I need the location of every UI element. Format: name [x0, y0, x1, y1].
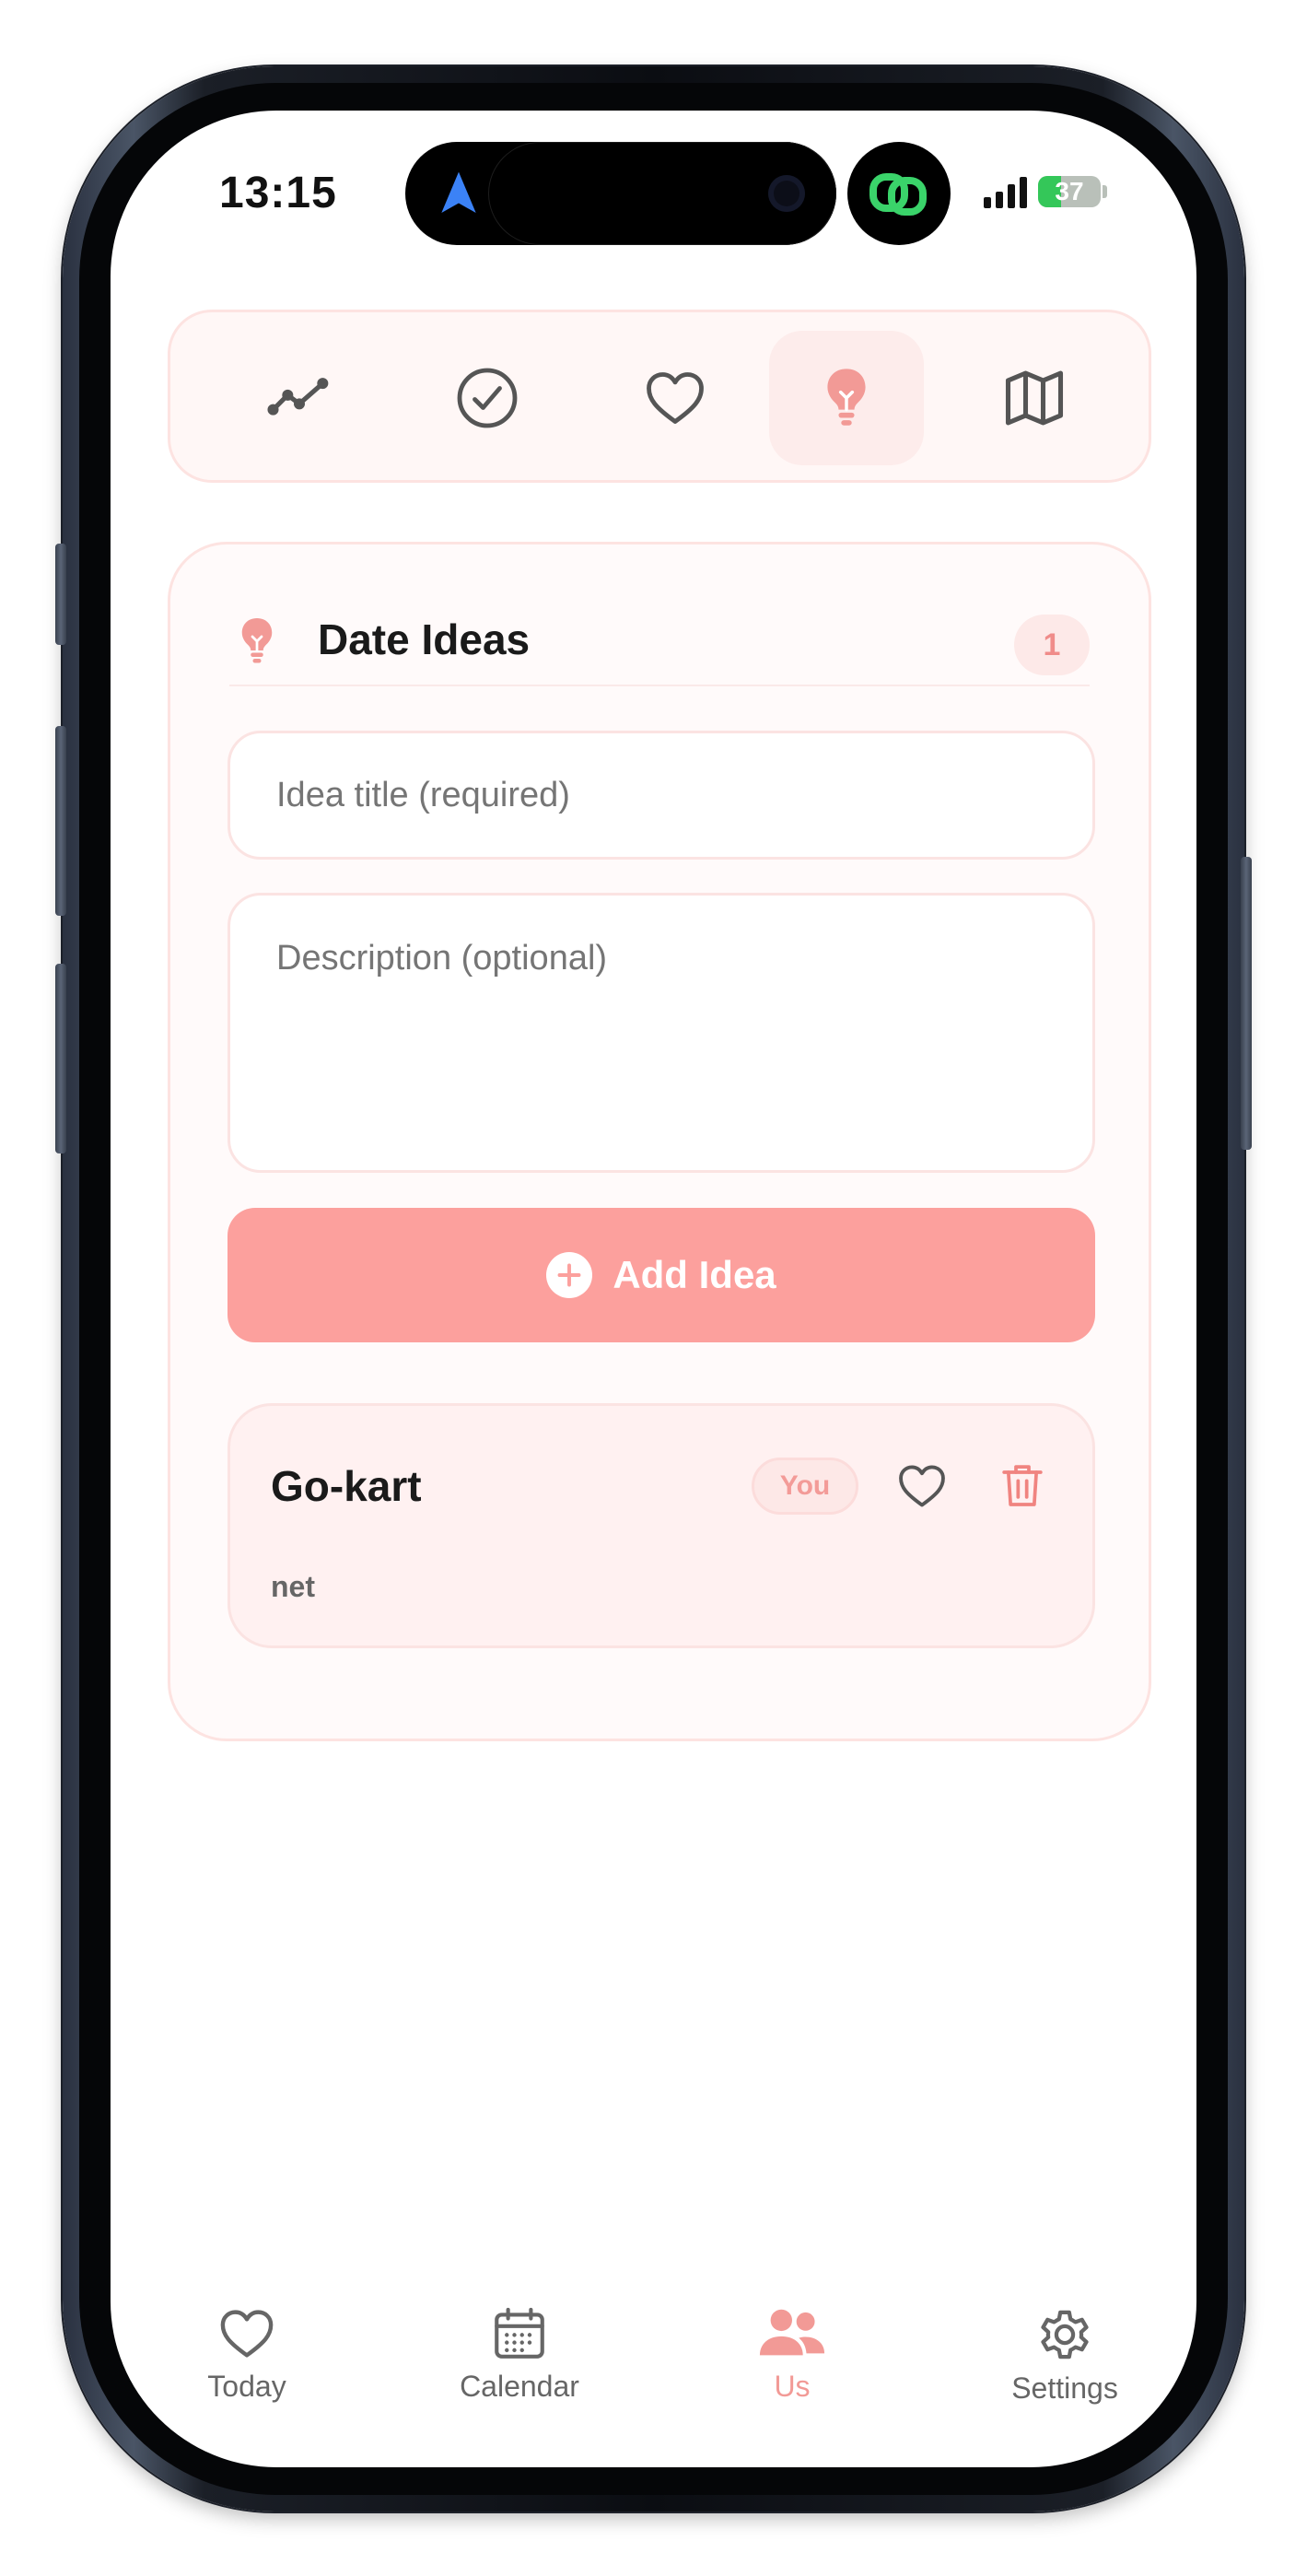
- tab-date-ideas[interactable]: [769, 331, 924, 465]
- volume-down-button: [55, 964, 66, 1153]
- section-switcher: [168, 310, 1151, 483]
- author-badge: You: [752, 1458, 858, 1515]
- tab-settings[interactable]: Settings: [963, 2303, 1166, 2406]
- tab-calendar[interactable]: Calendar: [418, 2303, 621, 2404]
- plus-circle-icon: [546, 1252, 593, 1298]
- idea-title: Go-kart: [271, 1462, 422, 1510]
- navigation-arrow-icon: [441, 171, 476, 213]
- idea-title-input[interactable]: [228, 731, 1095, 860]
- linked-rings-icon: [869, 173, 927, 216]
- favorite-idea-button[interactable]: [895, 1459, 949, 1517]
- tab-us[interactable]: Us: [691, 2303, 893, 2404]
- idea-description: net: [271, 1570, 315, 1603]
- card-title: Date Ideas: [318, 615, 531, 663]
- volume-up-button: [55, 726, 66, 916]
- header-divider: [229, 685, 1090, 686]
- front-camera: [768, 175, 805, 212]
- power-button: [1241, 857, 1252, 1150]
- cellular-signal-icon: [984, 175, 1027, 208]
- app-activity-indicator: [847, 142, 951, 245]
- status-indicators: 37: [984, 175, 1107, 208]
- heart-icon: [899, 1465, 945, 1507]
- tab-us-label: Us: [774, 2370, 811, 2403]
- lightbulb-icon: [827, 369, 866, 426]
- battery-cap: [1103, 185, 1107, 198]
- battery-icon: 37: [1038, 176, 1101, 207]
- tab-settings-label: Settings: [1011, 2371, 1118, 2405]
- tab-map[interactable]: [957, 331, 1112, 465]
- bottom-tab-bar: Today Calendar Us Settings: [111, 2303, 1196, 2432]
- map-icon: [1005, 370, 1064, 426]
- screen: 13:15 37 Date Ideas 1 Idea title (requir…: [111, 111, 1196, 2467]
- add-idea-button[interactable]: Add Idea: [228, 1208, 1095, 1342]
- ideas-count-badge: 1: [1014, 615, 1090, 675]
- date-ideas-card: Date Ideas 1 Add Idea Go-kart You: [168, 542, 1151, 1741]
- trend-line-icon: [267, 378, 329, 416]
- card-header: Date Ideas 1: [229, 602, 1090, 685]
- add-idea-label: Add Idea: [613, 1253, 776, 1296]
- battery-level: 37: [1055, 177, 1084, 205]
- idea-description-input[interactable]: [228, 893, 1095, 1173]
- island-camera-area: [488, 142, 836, 245]
- action-button: [55, 544, 66, 645]
- people-icon: [759, 2309, 825, 2356]
- tab-today-label: Today: [207, 2370, 286, 2403]
- heart-icon: [647, 372, 704, 424]
- tab-trend[interactable]: [222, 331, 377, 465]
- heart-icon: [220, 2310, 274, 2358]
- idea-item[interactable]: Go-kart You net: [228, 1403, 1095, 1648]
- trash-icon: [1002, 1465, 1043, 1506]
- status-time: 13:15: [219, 169, 337, 217]
- check-circle-icon: [457, 368, 518, 428]
- dynamic-island: [405, 142, 836, 245]
- lightbulb-icon: [241, 618, 273, 663]
- tab-checklist[interactable]: [410, 331, 565, 465]
- tab-today[interactable]: Today: [146, 2303, 348, 2404]
- tab-favorites[interactable]: [598, 331, 753, 465]
- delete-idea-button[interactable]: [997, 1458, 1048, 1517]
- calendar-icon: [495, 2307, 544, 2359]
- tab-calendar-label: Calendar: [460, 2370, 579, 2403]
- gear-icon: [1041, 2310, 1089, 2359]
